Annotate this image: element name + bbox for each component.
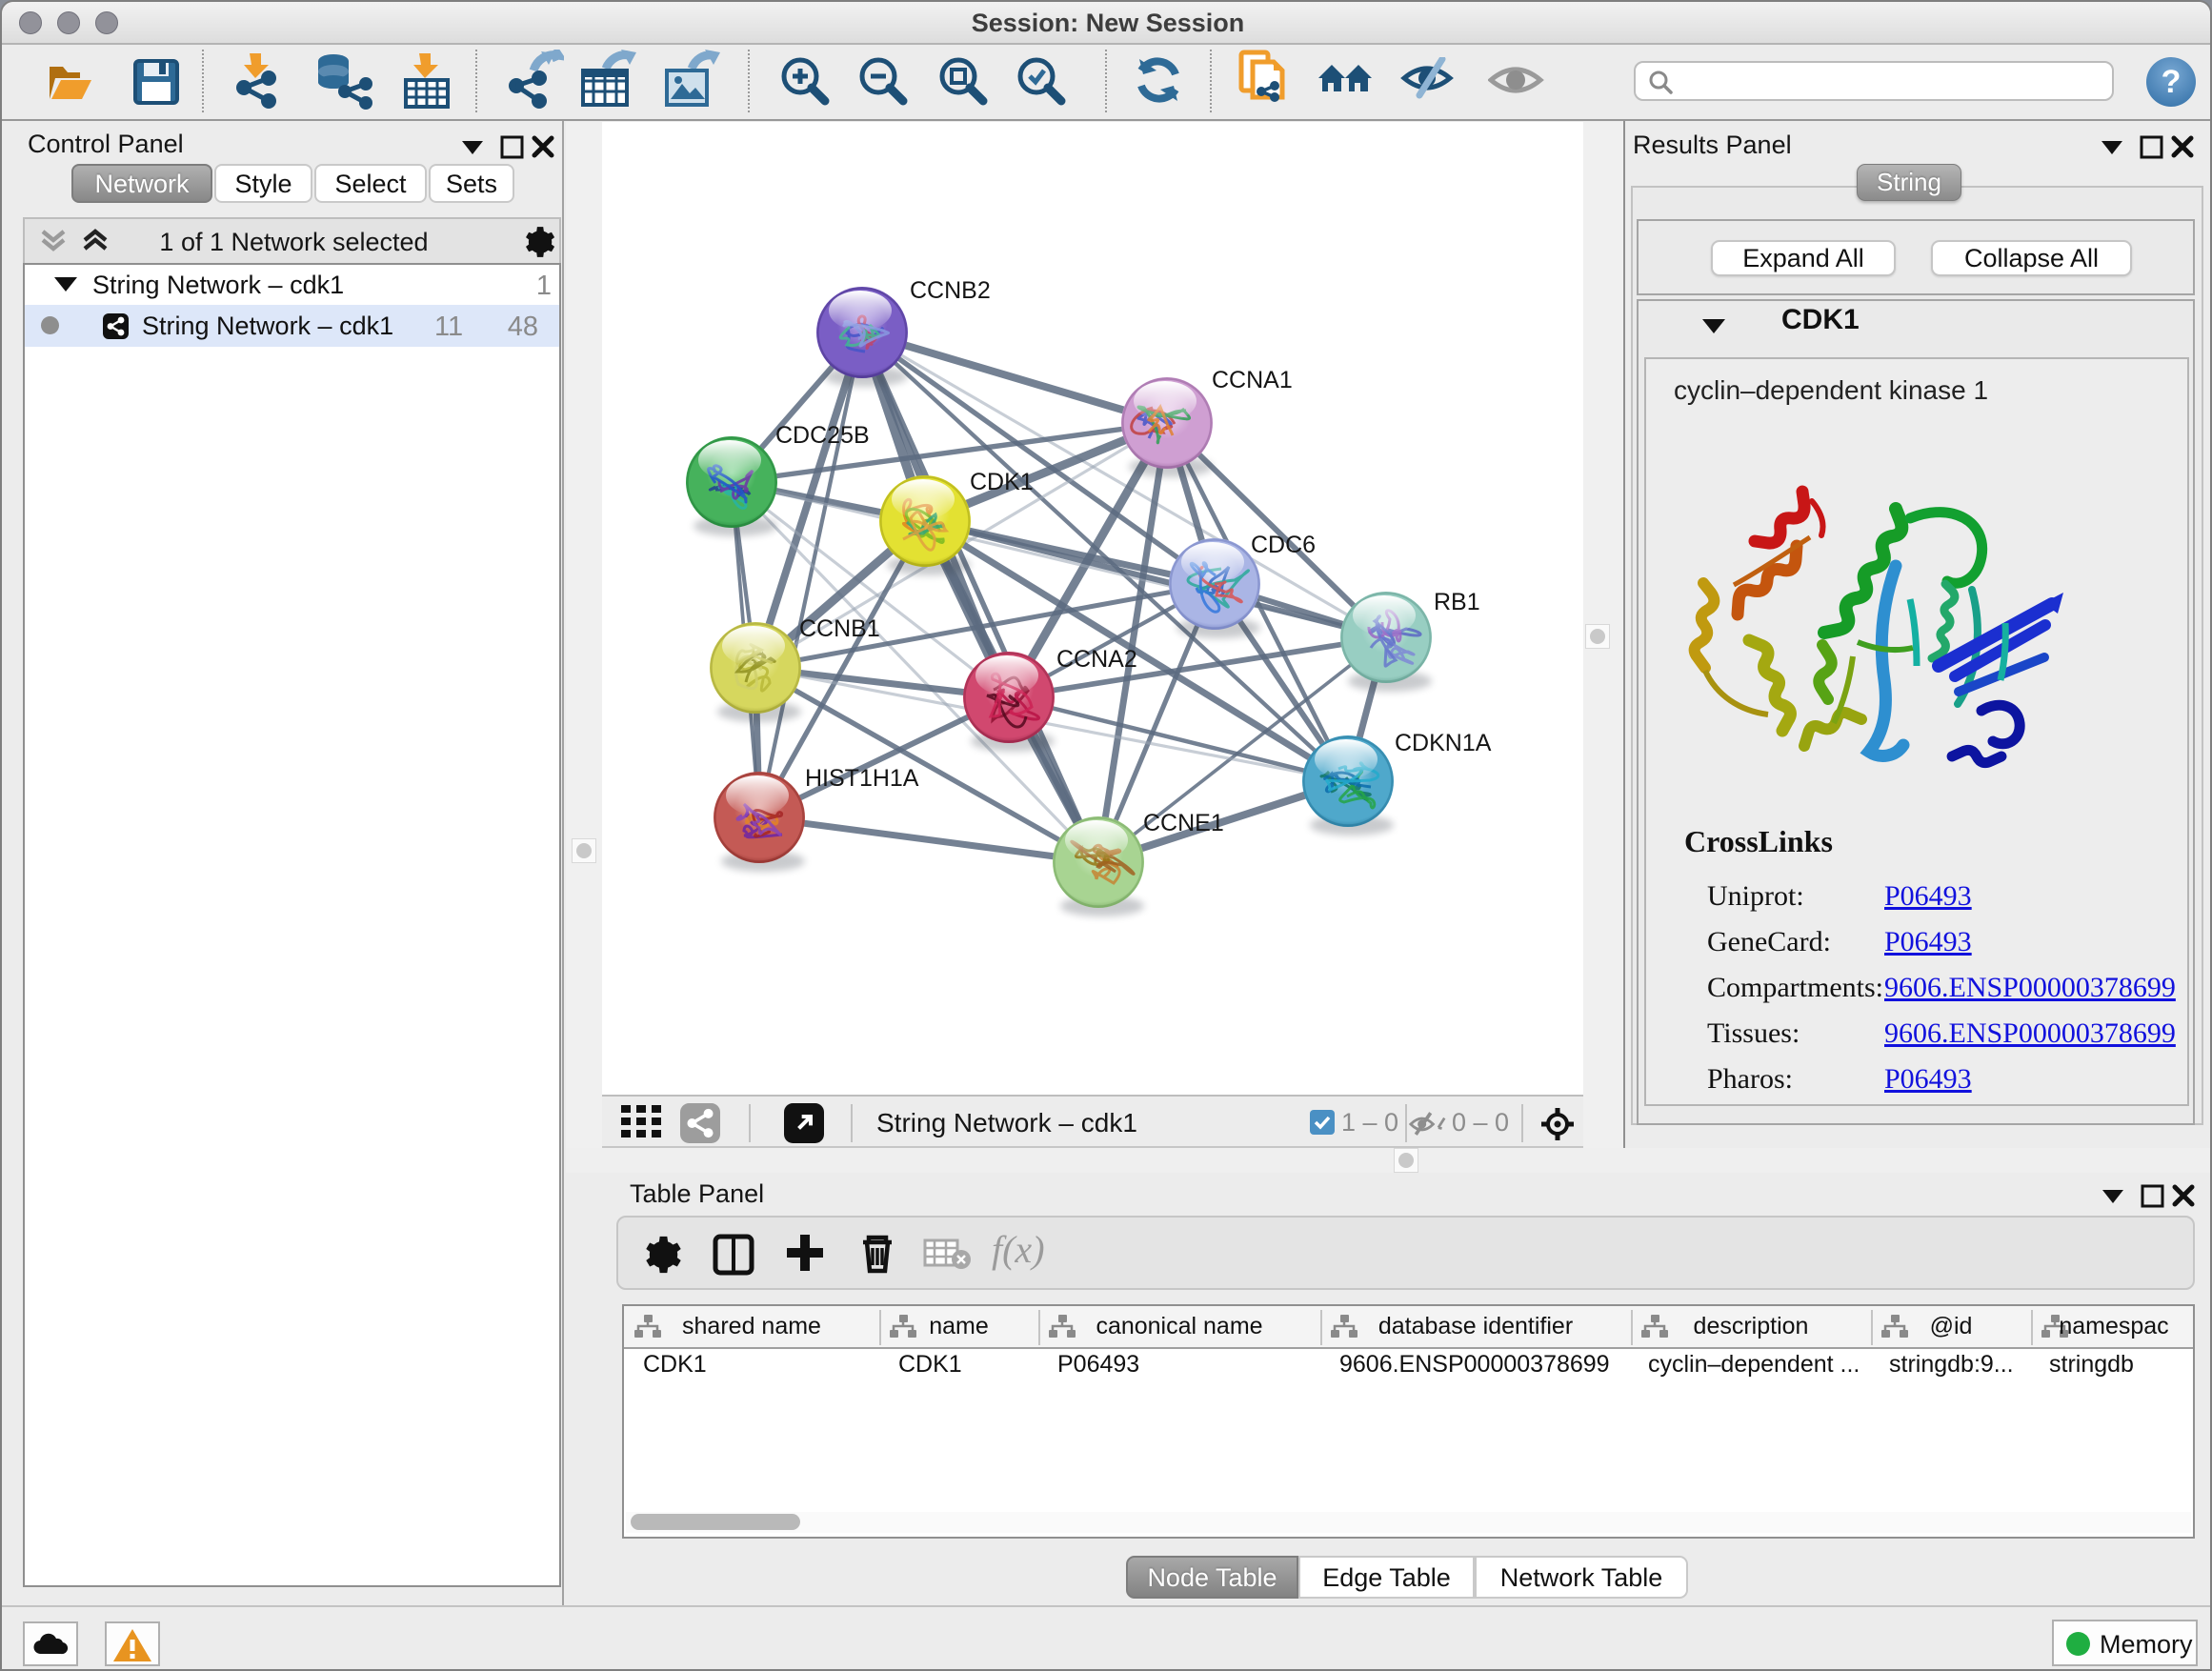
svg-text:CDC25B: CDC25B — [775, 422, 870, 449]
svg-text:CDC6: CDC6 — [1251, 532, 1316, 558]
svg-text:CCNA1: CCNA1 — [1212, 367, 1293, 393]
svg-text:RB1: RB1 — [1434, 589, 1480, 615]
svg-text:CCNB1: CCNB1 — [799, 615, 880, 642]
svg-text:CCNA2: CCNA2 — [1056, 646, 1137, 673]
svg-text:CCNB2: CCNB2 — [910, 277, 991, 304]
svg-text:HIST1H1A: HIST1H1A — [805, 765, 919, 792]
svg-text:CDKN1A: CDKN1A — [1395, 730, 1492, 756]
svg-text:CCNE1: CCNE1 — [1143, 810, 1224, 836]
svg-text:?: ? — [2162, 64, 2182, 100]
svg-text:CDK1: CDK1 — [970, 469, 1034, 495]
